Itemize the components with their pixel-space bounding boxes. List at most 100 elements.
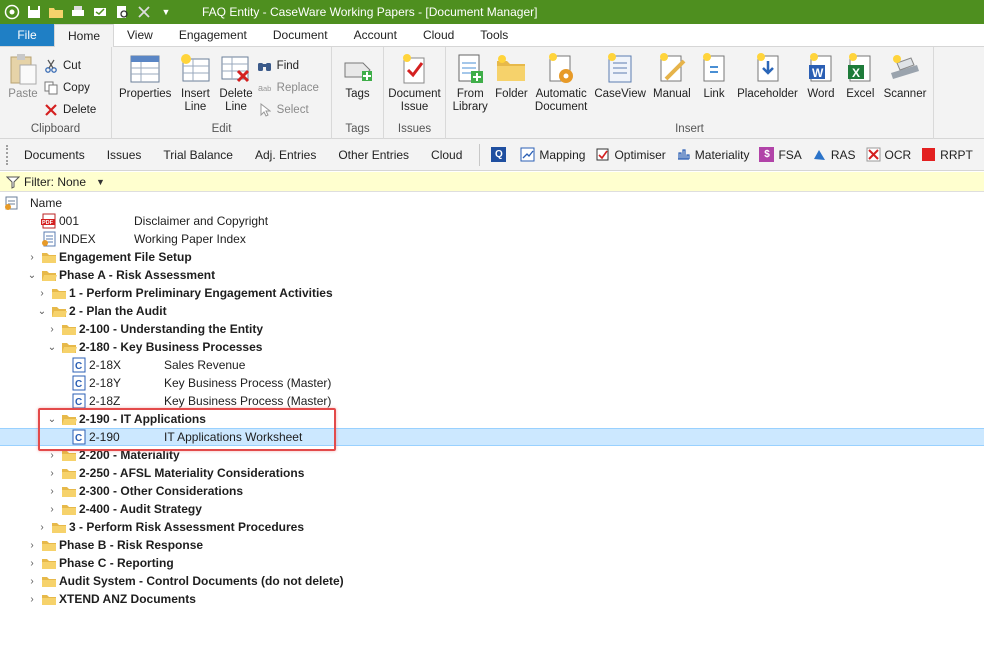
caseview-button[interactable]: CaseView — [591, 53, 650, 114]
folder-icon — [41, 555, 57, 571]
tab-account[interactable]: Account — [341, 24, 410, 46]
tree-row-folder[interactable]: ⌄ Phase A - Risk Assessment — [0, 266, 984, 284]
paste-button[interactable]: Paste — [3, 53, 43, 121]
nav-other-entries[interactable]: Other Entries — [327, 148, 420, 162]
filter-bar[interactable]: Filter: None ▼ — [0, 172, 984, 192]
insert-folder-button[interactable]: Folder — [491, 53, 531, 114]
tools-icon[interactable] — [136, 4, 152, 20]
document-issue-button[interactable]: Document Issue — [387, 53, 442, 114]
nav-issues[interactable]: Issues — [96, 148, 153, 162]
chevron-down-icon[interactable]: ⌄ — [47, 338, 57, 356]
tree-row-document-selected[interactable]: C 2-190 IT Applications Worksheet — [0, 428, 984, 446]
chevron-right-icon[interactable]: › — [37, 518, 47, 536]
tab-view[interactable]: View — [114, 24, 166, 46]
nav-adj-entries[interactable]: Adj. Entries — [244, 148, 327, 162]
materiality-button[interactable]: Materiality — [671, 147, 755, 162]
tree-row-folder[interactable]: › Phase B - Risk Response — [0, 536, 984, 554]
tab-document[interactable]: Document — [260, 24, 341, 46]
tree-row-document[interactable]: C 2-18X Sales Revenue — [0, 356, 984, 374]
cut-button[interactable]: Cut — [43, 55, 102, 77]
delete-line-button[interactable]: Delete Line — [215, 53, 256, 121]
tab-engagement[interactable]: Engagement — [166, 24, 260, 46]
tree-row-document[interactable]: C 2-18Y Key Business Process (Master) — [0, 374, 984, 392]
tab-home[interactable]: Home — [54, 24, 115, 47]
replace-button[interactable]: a ab Replace — [257, 77, 325, 99]
filter-dropdown-icon[interactable]: ▼ — [96, 177, 105, 187]
tree-row-document[interactable]: C 2-18Z Key Business Process (Master) — [0, 392, 984, 410]
tree-row-folder[interactable]: › Audit System - Control Documents (do n… — [0, 572, 984, 590]
chevron-right-icon[interactable]: › — [47, 482, 57, 500]
preview-icon[interactable] — [114, 4, 130, 20]
tags-button[interactable]: Tags — [338, 53, 378, 101]
row-id: 001 — [59, 214, 80, 228]
tree-row-folder[interactable]: › 3 - Perform Risk Assessment Procedures — [0, 518, 984, 536]
chevron-right-icon[interactable]: › — [47, 446, 57, 464]
app-logo-icon[interactable] — [4, 4, 20, 20]
rrpt-button[interactable]: RRPT — [916, 147, 978, 162]
chevron-right-icon[interactable]: › — [47, 500, 57, 518]
delete-button[interactable]: Delete — [43, 99, 102, 121]
chevron-down-icon[interactable]: ⌄ — [27, 266, 37, 284]
tree-row-index[interactable]: INDEX Working Paper Index — [0, 230, 984, 248]
chevron-right-icon[interactable]: › — [27, 248, 37, 266]
mapping-button[interactable]: Mapping — [515, 147, 590, 162]
print-icon[interactable] — [70, 4, 86, 20]
automatic-document-button[interactable]: Automatic Document — [531, 53, 590, 114]
caseview-document-icon: C — [71, 375, 87, 391]
tree-row-folder[interactable]: › 2-400 - Audit Strategy — [0, 500, 984, 518]
word-button[interactable]: W Word — [801, 53, 840, 114]
nav-trial-balance[interactable]: Trial Balance — [152, 148, 244, 162]
tab-tools[interactable]: Tools — [467, 24, 521, 46]
copy-button[interactable]: Copy — [43, 77, 102, 99]
column-chooser-icon[interactable] — [4, 195, 20, 211]
fsa-button[interactable]: $ FSA — [754, 147, 806, 162]
open-folder-icon[interactable] — [48, 4, 64, 20]
tab-cloud[interactable]: Cloud — [410, 24, 467, 46]
properties-button[interactable]: Properties — [115, 53, 175, 121]
ras-icon — [812, 147, 827, 162]
chevron-right-icon[interactable]: › — [27, 536, 37, 554]
ocr-button[interactable]: OCR — [861, 147, 917, 162]
link-button[interactable]: Link — [694, 53, 733, 114]
manual-button[interactable]: Manual — [649, 53, 694, 114]
chevron-right-icon[interactable]: › — [27, 572, 37, 590]
nav-documents[interactable]: Documents — [10, 148, 96, 162]
tree-row-folder[interactable]: › 1 - Perform Preliminary Engagement Act… — [0, 284, 984, 302]
chevron-right-icon[interactable]: › — [27, 590, 37, 608]
save-icon[interactable] — [26, 4, 42, 20]
tree-row-001[interactable]: PDF 001 Disclaimer and Copyright — [0, 212, 984, 230]
tree-row-folder[interactable]: › Engagement File Setup — [0, 248, 984, 266]
tree-row-folder[interactable]: › XTEND ANZ Documents — [0, 590, 984, 608]
chevron-right-icon[interactable]: › — [27, 554, 37, 572]
from-library-button[interactable]: From Library — [449, 53, 491, 114]
ras-button[interactable]: RAS — [807, 147, 861, 162]
chevron-down-icon[interactable]: ⌄ — [37, 302, 47, 320]
select-button[interactable]: Select — [257, 99, 325, 121]
customize-dropdown-icon[interactable]: ▼ — [158, 4, 174, 20]
tree-row-folder[interactable]: › Phase C - Reporting — [0, 554, 984, 572]
folder-icon — [41, 249, 57, 265]
placeholder-button[interactable]: Placeholder — [734, 53, 802, 114]
tree-row-folder[interactable]: › 2-300 - Other Considerations — [0, 482, 984, 500]
find-button[interactable]: Find — [257, 55, 325, 77]
scanner-button[interactable]: Scanner — [880, 53, 930, 114]
chevron-right-icon[interactable]: › — [47, 320, 57, 338]
chevron-right-icon[interactable]: › — [47, 464, 57, 482]
excel-button[interactable]: X Excel — [841, 53, 880, 114]
query-button[interactable]: Q — [486, 147, 515, 162]
tree-row-folder[interactable]: ⌄ 2-190 - IT Applications — [0, 410, 984, 428]
chevron-right-icon[interactable]: › — [37, 284, 47, 302]
tree-row-folder[interactable]: ⌄ 2-180 - Key Business Processes — [0, 338, 984, 356]
tree-row-folder[interactable]: ⌄ 2 - Plan the Audit — [0, 302, 984, 320]
optimiser-button[interactable]: Optimiser — [590, 147, 670, 162]
nav-cloud[interactable]: Cloud — [420, 148, 473, 162]
insert-line-button[interactable]: Insert Line — [175, 53, 215, 121]
chevron-down-icon[interactable]: ⌄ — [47, 410, 57, 428]
name-column-header[interactable]: Name — [30, 196, 62, 210]
tree-row-folder[interactable]: › 2-100 - Understanding the Entity — [0, 320, 984, 338]
tree-row-folder[interactable]: › 2-200 - Materiality — [0, 446, 984, 464]
rrpt-icon — [921, 147, 936, 162]
tree-row-folder[interactable]: › 2-250 - AFSL Materiality Consideration… — [0, 464, 984, 482]
tab-file[interactable]: File — [0, 24, 54, 46]
sign-off-icon[interactable] — [92, 4, 108, 20]
